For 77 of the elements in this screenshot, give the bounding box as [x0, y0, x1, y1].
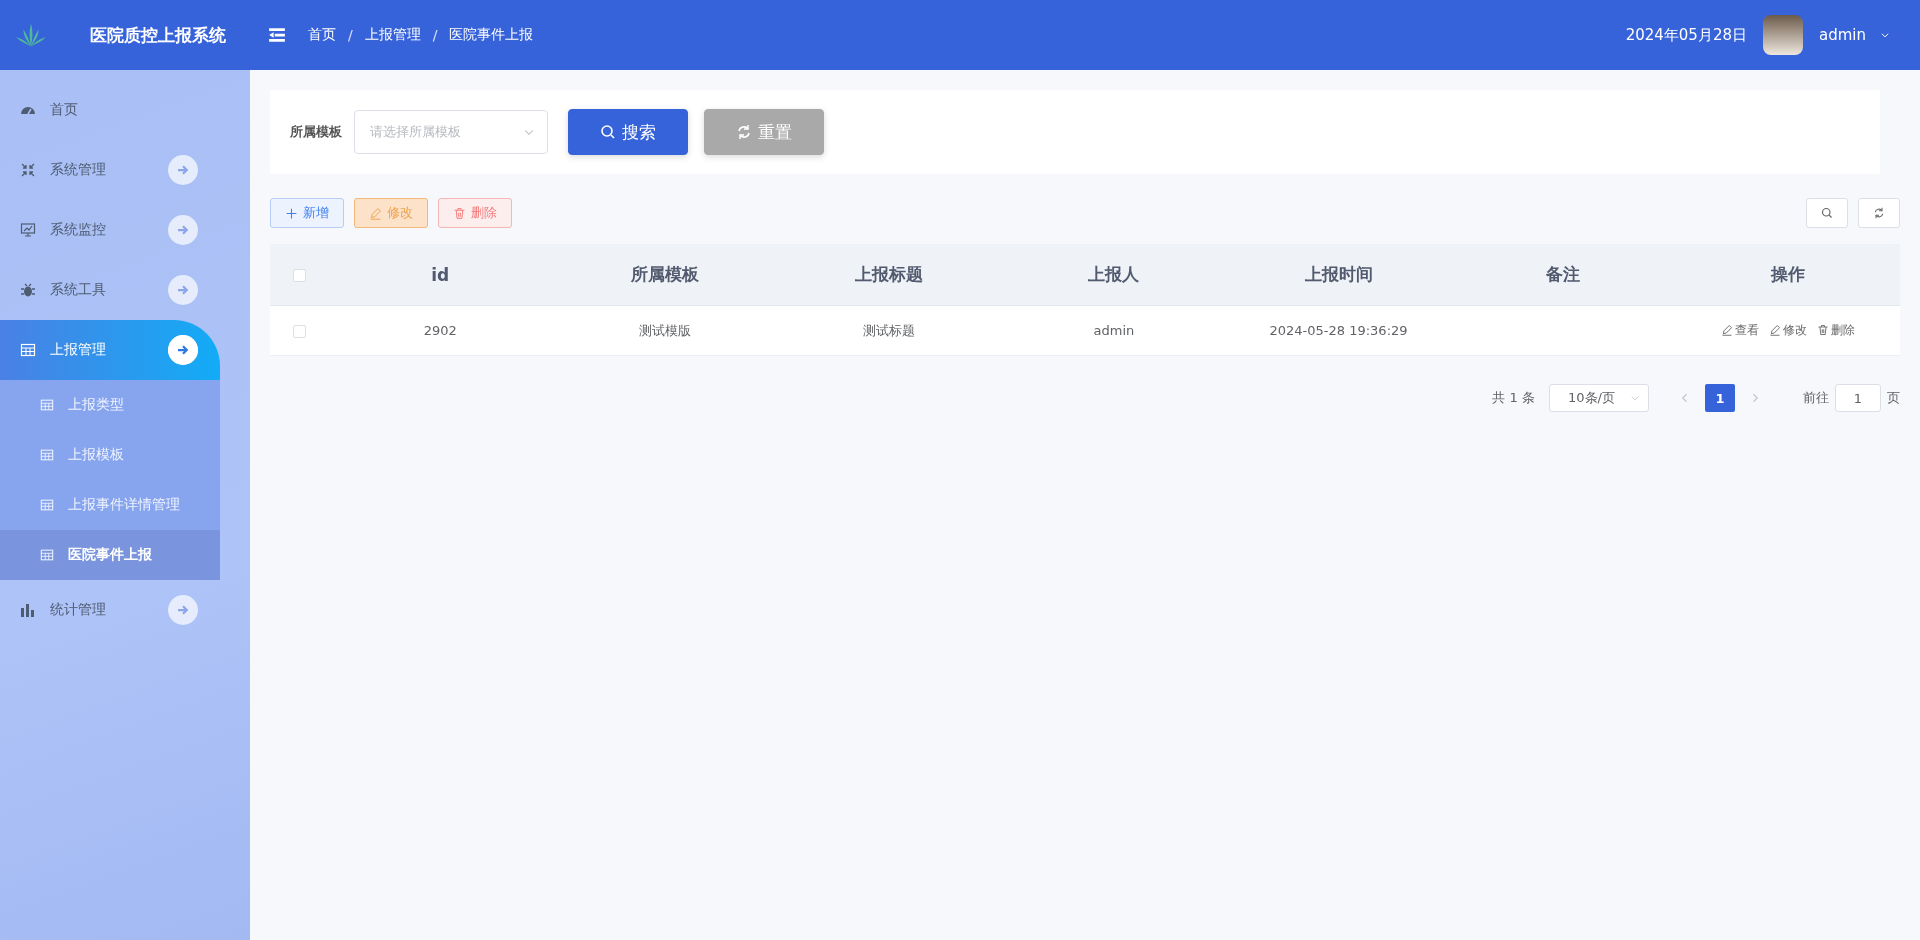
- table-icon: [40, 448, 54, 462]
- sidebar-item[interactable]: 统计管理: [0, 580, 220, 640]
- edit-link[interactable]: 修改: [1768, 321, 1807, 339]
- bug-icon: [20, 282, 36, 298]
- search-icon: [600, 124, 616, 140]
- refresh-button[interactable]: [1858, 198, 1900, 228]
- trash-icon: [1816, 324, 1829, 337]
- sidebar-item[interactable]: 首页: [0, 80, 220, 140]
- date-text: 2024年05月28日: [1625, 25, 1747, 45]
- monitor-icon: [20, 222, 36, 238]
- delete-link[interactable]: 删除: [1816, 321, 1855, 339]
- field-label: 所属模板: [290, 123, 342, 141]
- sidebar-item[interactable]: 上报管理: [0, 320, 220, 380]
- breadcrumb-separator: /: [348, 27, 353, 43]
- row-checkbox[interactable]: [292, 325, 306, 338]
- table-cell: 2902: [423, 323, 457, 338]
- arrow-right-icon: [168, 215, 198, 245]
- breadcrumb-item[interactable]: 首页: [308, 26, 336, 44]
- table-cell: 2024-05-28 19:36:29: [1269, 323, 1408, 338]
- goto-label: 前往: [1803, 389, 1829, 407]
- pencil-icon: [369, 206, 382, 220]
- breadcrumb-separator: /: [432, 27, 438, 43]
- submenu-item[interactable]: 上报模板: [0, 430, 220, 480]
- table-icon: [40, 498, 54, 512]
- column-header: 操作: [1770, 264, 1805, 284]
- column-header: 上报人: [1088, 264, 1140, 284]
- table-cell: 测试模版: [638, 322, 691, 338]
- column-header: id: [431, 264, 450, 285]
- shrink-arrows-icon: [20, 162, 36, 178]
- search-toggle-button[interactable]: [1806, 198, 1848, 228]
- column-header: 所属模板: [630, 264, 699, 284]
- template-select[interactable]: 请选择所属模板: [354, 110, 548, 154]
- page-input[interactable]: 1: [1835, 384, 1881, 412]
- refresh-icon: [736, 124, 752, 140]
- refresh-icon: [1873, 207, 1885, 219]
- page-size-select[interactable]: 10条/页: [1549, 384, 1649, 412]
- chevron-down-icon: [1630, 393, 1640, 403]
- page-suffix: 页: [1887, 389, 1900, 407]
- column-header: 备注: [1546, 264, 1581, 284]
- column-header: 上报标题: [855, 264, 924, 284]
- search-button[interactable]: 搜索: [568, 109, 688, 155]
- sidebar-item[interactable]: 系统管理: [0, 140, 220, 200]
- menu-fold-icon: [266, 26, 288, 44]
- view-link[interactable]: 查看: [1720, 321, 1759, 339]
- search-icon: [1821, 207, 1833, 219]
- total-count: 共 1 条: [1492, 389, 1535, 407]
- arrow-right-icon: [168, 155, 198, 185]
- select-all-checkbox[interactable]: [292, 269, 306, 282]
- sidebar-item[interactable]: 系统监控: [0, 200, 220, 260]
- user-menu[interactable]: admin: [1819, 26, 1866, 44]
- bar-chart-icon: [20, 602, 36, 618]
- reset-button[interactable]: 重置: [704, 109, 824, 155]
- breadcrumb-item: 医院事件上报: [449, 26, 534, 44]
- sidebar-item[interactable]: 系统工具: [0, 260, 220, 320]
- page-number[interactable]: 1: [1705, 384, 1735, 412]
- table-icon: [20, 342, 36, 358]
- submenu-item[interactable]: 上报类型: [0, 380, 220, 430]
- delete-button[interactable]: 删除: [438, 198, 512, 228]
- pencil-icon: [1720, 324, 1733, 337]
- table-icon: [40, 548, 54, 562]
- submenu-item[interactable]: 医院事件上报: [0, 530, 220, 580]
- avatar-photo[interactable]: [1763, 15, 1803, 55]
- app-title: 医院质控上报系统: [90, 23, 226, 47]
- breadcrumb-item[interactable]: 上报管理: [364, 26, 421, 44]
- add-button[interactable]: 新增: [270, 198, 344, 228]
- pencil-icon: [1768, 324, 1781, 337]
- table-cell: admin: [1093, 323, 1135, 338]
- column-header: 上报时间: [1304, 264, 1373, 284]
- table-icon: [40, 398, 54, 412]
- submenu-item[interactable]: 上报事件详情管理: [0, 480, 220, 530]
- trash-icon: [453, 206, 466, 220]
- arrow-right-icon: [168, 335, 198, 365]
- plus-icon: [285, 206, 298, 220]
- chevron-down-icon: [1880, 30, 1890, 40]
- arrow-right-icon: [168, 595, 198, 625]
- arrow-right-icon: [168, 275, 198, 305]
- table-cell: 测试标题: [863, 322, 916, 338]
